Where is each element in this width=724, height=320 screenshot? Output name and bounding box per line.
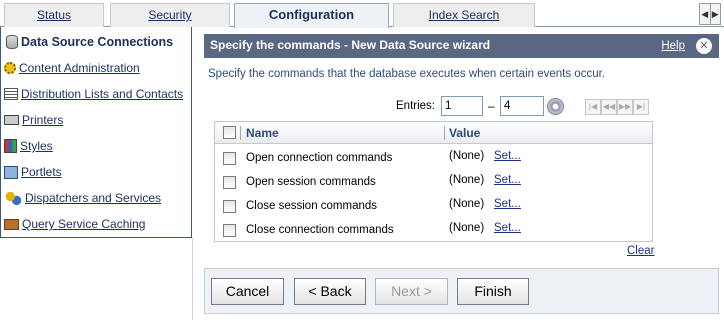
styles-icon bbox=[4, 139, 17, 153]
nav-item-content-administration[interactable]: Content Administration bbox=[1, 55, 191, 81]
column-header-name[interactable]: Name bbox=[246, 126, 279, 140]
wizard-title: Specify the commands - New Data Source w… bbox=[210, 38, 491, 52]
commands-table: Name Value Open connection commands (Non… bbox=[214, 121, 653, 242]
command-name: Close connection commands bbox=[246, 224, 394, 236]
pager-controls: |◀ ◀◀ ▶▶ ▶| bbox=[585, 99, 649, 115]
first-page-icon[interactable]: |◀ bbox=[585, 99, 601, 115]
table-row: Open session commands (None) Set... bbox=[215, 170, 652, 194]
nav-item-portlets[interactable]: Portlets bbox=[1, 159, 191, 185]
portlet-icon bbox=[4, 165, 18, 179]
tab-security[interactable]: Security bbox=[110, 3, 230, 27]
nav-item-label: Query Service Caching bbox=[22, 217, 146, 231]
set-link[interactable]: Set... bbox=[494, 150, 521, 162]
nav-item-label: Printers bbox=[22, 113, 64, 127]
wizard-header: Specify the commands - New Data Source w… bbox=[204, 34, 719, 58]
finish-button[interactable]: Finish bbox=[457, 278, 529, 305]
nav-item-printers[interactable]: Printers bbox=[1, 107, 191, 133]
command-name: Open connection commands bbox=[246, 152, 393, 164]
next-button: Next > bbox=[375, 278, 448, 305]
close-icon[interactable]: ✕ bbox=[696, 38, 712, 54]
set-link[interactable]: Set... bbox=[494, 222, 521, 234]
row-checkbox[interactable] bbox=[223, 176, 236, 189]
tab-configuration[interactable]: Configuration bbox=[234, 3, 389, 28]
top-tab-bar: Status Security Configuration Index Sear… bbox=[0, 0, 724, 28]
nav-item-label: Dispatchers and Services bbox=[25, 191, 162, 205]
last-page-icon[interactable]: ▶| bbox=[633, 99, 649, 115]
column-separator bbox=[444, 126, 445, 140]
row-checkbox[interactable] bbox=[223, 152, 236, 165]
column-header-value[interactable]: Value bbox=[449, 126, 480, 140]
command-value: (None) bbox=[449, 150, 485, 162]
entries-range-dash: – bbox=[488, 99, 495, 113]
wizard-description: Specify the commands that the database e… bbox=[208, 68, 605, 80]
pane-divider bbox=[192, 238, 193, 320]
tab-status[interactable]: Status bbox=[4, 3, 104, 27]
dispatchers-icon bbox=[4, 190, 22, 206]
previous-page-icon[interactable]: ◀◀ bbox=[601, 99, 617, 115]
nav-item-styles[interactable]: Styles bbox=[1, 133, 191, 159]
nav-item-query-service-caching[interactable]: Query Service Caching bbox=[1, 211, 191, 237]
nav-item-label: Distribution Lists and Contacts bbox=[21, 87, 184, 101]
database-icon bbox=[6, 35, 18, 49]
tab-scroll-control: ◀ ▶ bbox=[699, 3, 721, 25]
set-link[interactable]: Set... bbox=[494, 174, 521, 186]
gears-icon bbox=[4, 62, 16, 74]
command-name: Open session commands bbox=[246, 176, 376, 188]
nav-item-distribution-lists[interactable]: Distribution Lists and Contacts bbox=[1, 81, 191, 107]
entries-label: Entries: bbox=[396, 100, 435, 112]
table-row: Close session commands (None) Set... bbox=[215, 194, 652, 218]
set-link[interactable]: Set... bbox=[494, 198, 521, 210]
select-all-checkbox[interactable] bbox=[223, 126, 236, 139]
distribution-list-icon bbox=[4, 88, 18, 100]
tab-scroll-left-icon[interactable]: ◀ bbox=[700, 4, 710, 24]
clear-link[interactable]: Clear bbox=[627, 245, 654, 257]
tab-scroll-right-icon[interactable]: ▶ bbox=[709, 4, 721, 24]
printer-icon bbox=[4, 115, 19, 125]
command-value: (None) bbox=[449, 222, 485, 234]
back-button[interactable]: < Back bbox=[294, 278, 366, 305]
tab-index-search[interactable]: Index Search bbox=[393, 3, 535, 27]
cancel-button[interactable]: Cancel bbox=[211, 278, 284, 305]
row-checkbox[interactable] bbox=[223, 200, 236, 213]
help-link[interactable]: Help bbox=[661, 40, 685, 52]
table-row: Open connection commands (None) Set... bbox=[215, 146, 652, 170]
command-value: (None) bbox=[449, 198, 485, 210]
command-name: Close session commands bbox=[246, 200, 378, 212]
nav-item-dispatchers-and-services[interactable]: Dispatchers and Services bbox=[1, 185, 191, 211]
table-header: Name Value bbox=[215, 122, 652, 144]
column-separator bbox=[240, 126, 241, 140]
left-navigation: Data Source Connections Content Administ… bbox=[0, 27, 192, 238]
entries-go-button[interactable] bbox=[547, 98, 564, 115]
nav-item-label: Styles bbox=[20, 139, 53, 153]
entries-to-input[interactable] bbox=[500, 96, 544, 116]
nav-item-label: Portlets bbox=[21, 165, 62, 179]
nav-item-label: Data Source Connections bbox=[21, 35, 174, 49]
next-page-icon[interactable]: ▶▶ bbox=[617, 99, 633, 115]
cache-icon bbox=[4, 218, 19, 230]
nav-item-data-source-connections[interactable]: Data Source Connections bbox=[1, 29, 191, 55]
command-value: (None) bbox=[449, 174, 485, 186]
row-checkbox[interactable] bbox=[223, 224, 236, 237]
entries-from-input[interactable] bbox=[441, 96, 483, 116]
table-row: Close connection commands (None) Set... bbox=[215, 218, 652, 242]
nav-item-label: Content Administration bbox=[19, 61, 140, 75]
